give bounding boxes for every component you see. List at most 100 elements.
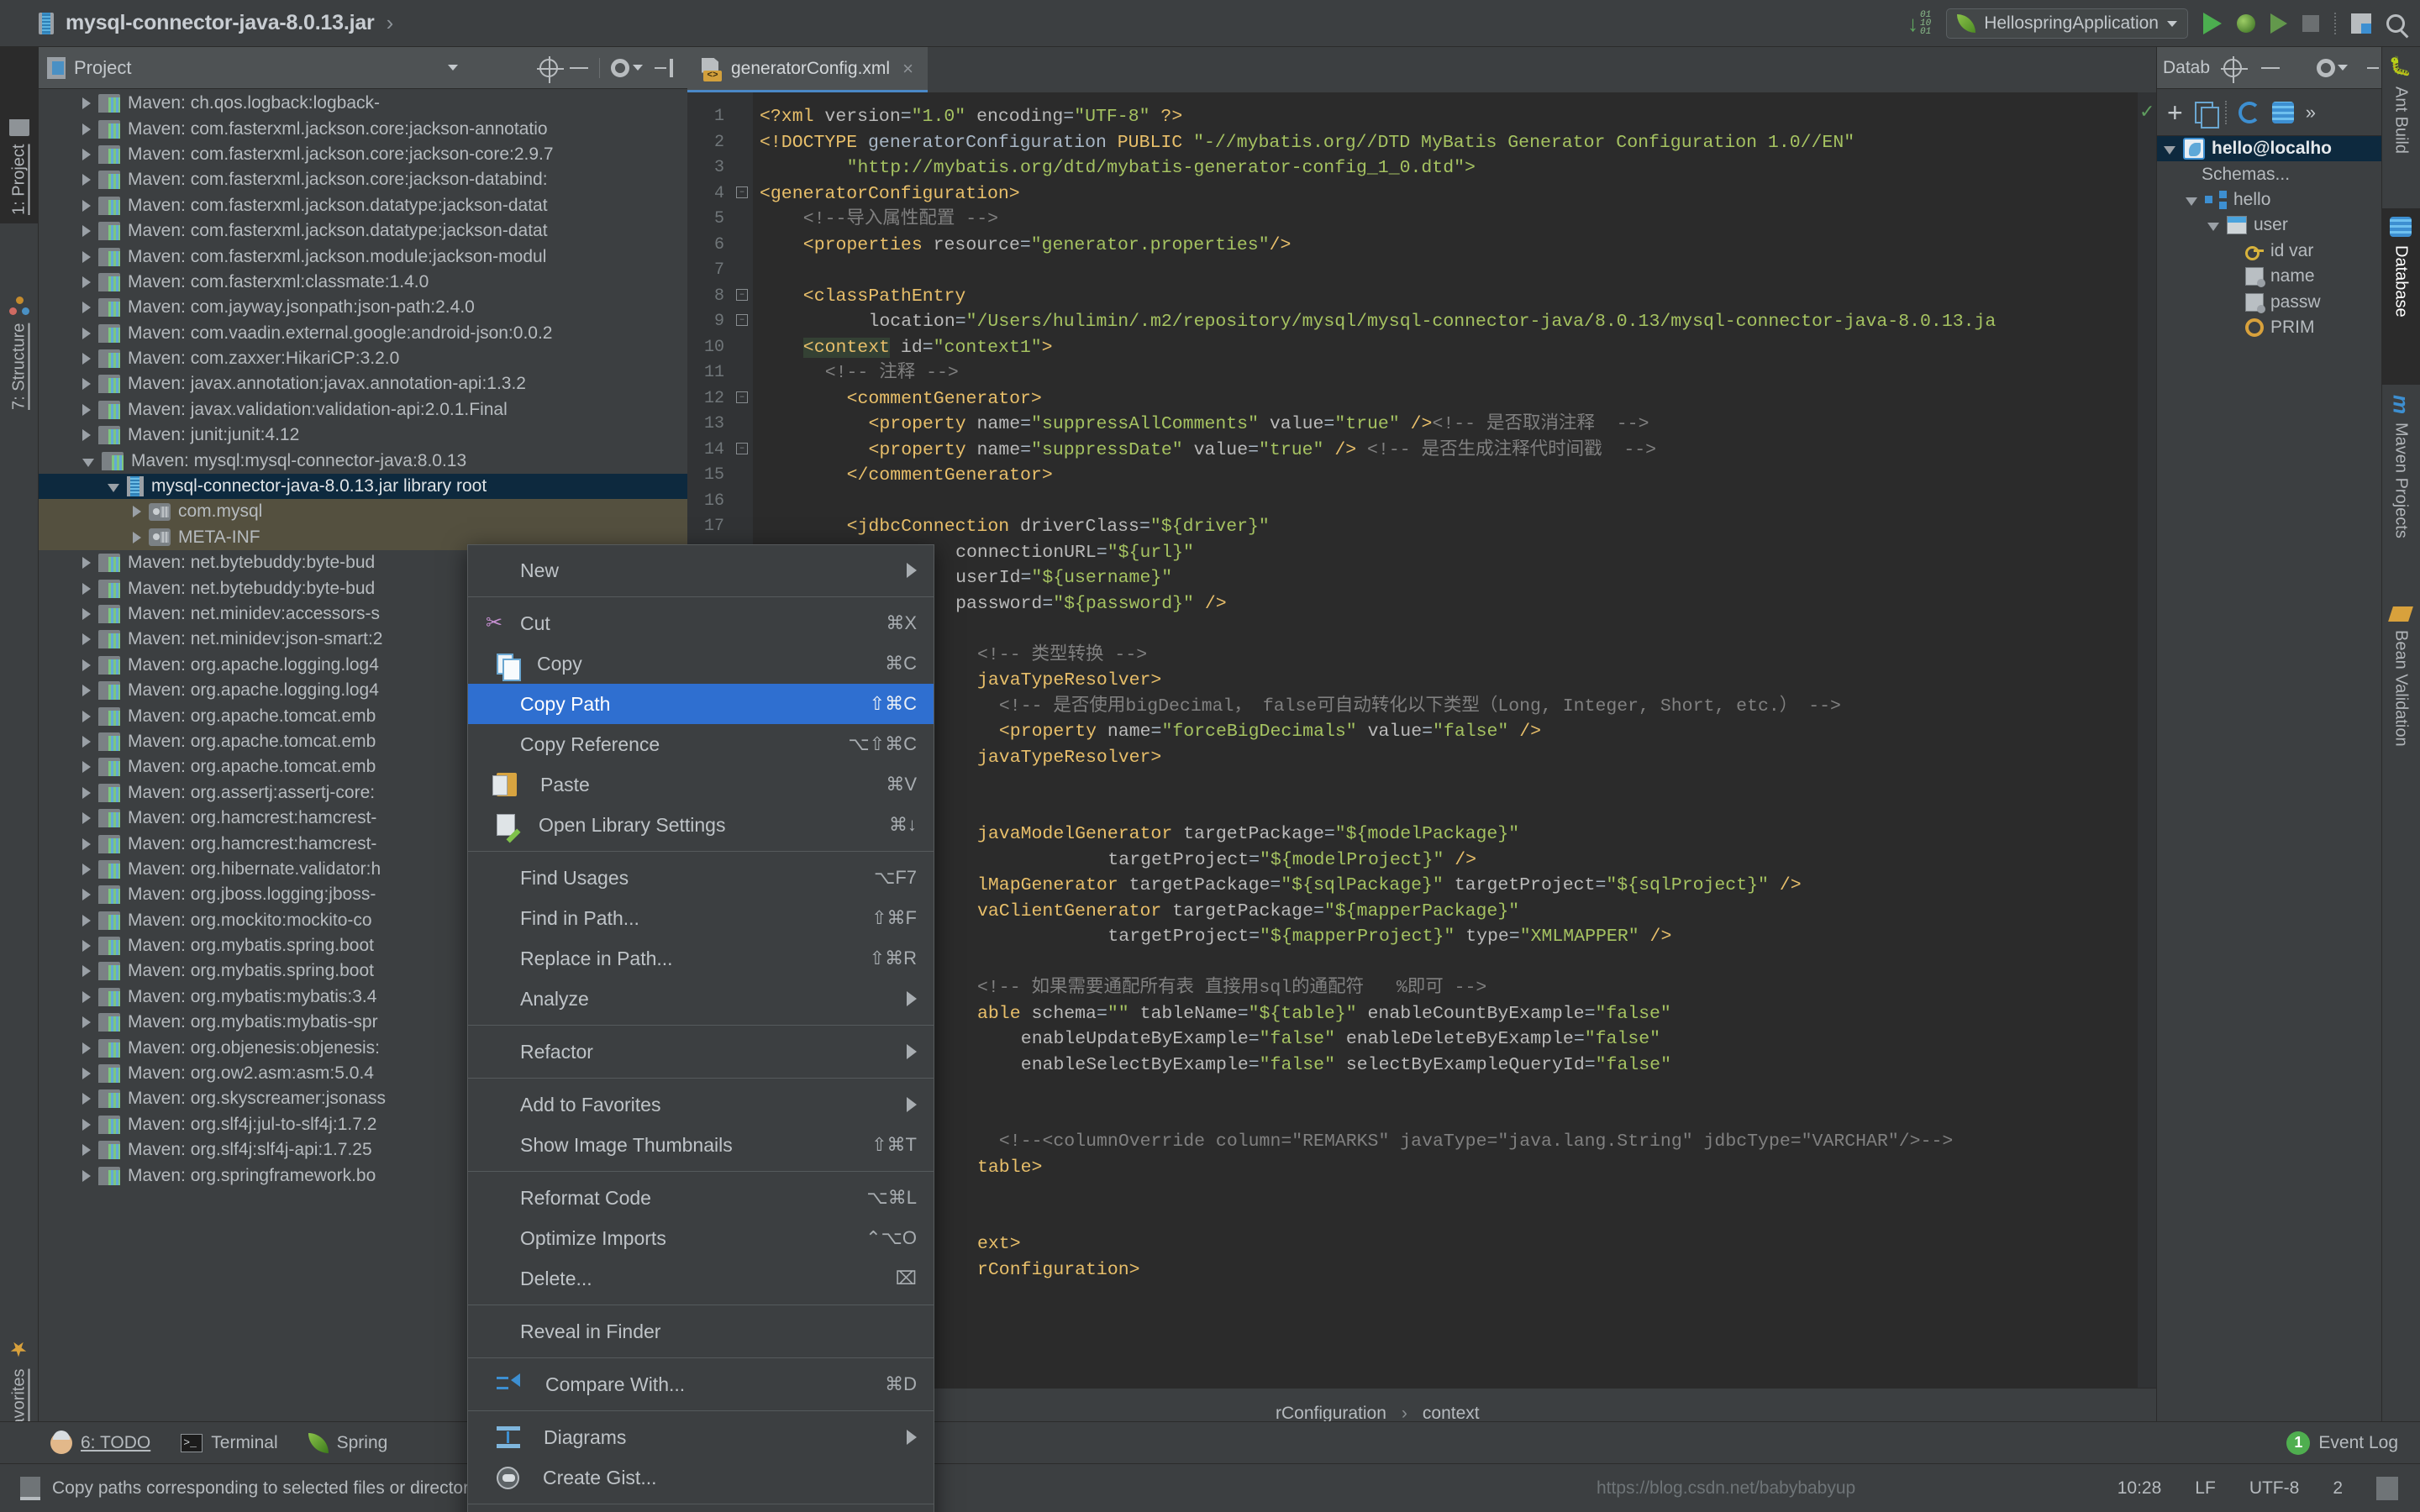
fold-marker[interactable]: – [736, 443, 748, 454]
menu-item-find-in-path[interactable]: Find in Path...⇧⌘F [468, 898, 934, 938]
lock-icon[interactable] [2376, 1477, 2398, 1500]
code-line[interactable]: javaModelGenerator targetPackage="${mode… [977, 822, 1519, 848]
chevron-right-icon[interactable] [82, 812, 91, 824]
chevron-right-icon[interactable] [82, 685, 91, 696]
code-line[interactable]: <?xml version="1.0" encoding="UTF-8" ?> [760, 104, 1182, 130]
chevron-right-icon[interactable] [82, 123, 91, 135]
tree-item[interactable]: Maven: com.fasterxml:classmate:1.4.0 [39, 270, 687, 295]
chevron-right-icon[interactable] [82, 1042, 91, 1054]
fold-marker[interactable]: – [736, 289, 748, 301]
menu-item-refactor[interactable]: Refactor [468, 1032, 934, 1072]
status-indent[interactable]: 2 [2333, 1478, 2343, 1499]
database-tree[interactable]: hello@localhoSchemas...hellouserid varna… [2157, 136, 2381, 340]
chevron-right-icon[interactable] [82, 787, 91, 799]
menu-item-replace-in-path[interactable]: Replace in Path...⇧⌘R [468, 938, 934, 979]
tree-item[interactable]: Maven: com.zaxxer:HikariCP:3.2.0 [39, 346, 687, 371]
analysis-marker-bar[interactable]: ✓ [2138, 92, 2156, 1388]
run-configuration-selector[interactable]: HellospringApplication [1946, 8, 2188, 39]
status-line-separator[interactable]: LF [2195, 1478, 2216, 1499]
chevron-right-icon[interactable] [82, 1144, 91, 1156]
chevron-right-icon[interactable] [82, 404, 91, 416]
menu-item-copy-path[interactable]: Copy Path⇧⌘C [468, 684, 934, 724]
db-tree-item[interactable]: name [2157, 264, 2381, 289]
code-line[interactable]: </commentGenerator> [847, 463, 1053, 489]
code-line[interactable]: "http://mybatis.org/dtd/mybatis-generato… [847, 155, 1476, 181]
tree-item[interactable]: Maven: com.fasterxml.jackson.core:jackso… [39, 167, 687, 192]
db-tree-item[interactable]: id var [2157, 239, 2381, 264]
chevron-right-icon[interactable] [82, 1068, 91, 1079]
duplicate-icon[interactable] [2195, 102, 2213, 123]
fold-marker[interactable]: – [736, 314, 748, 326]
chevron-right-icon[interactable] [82, 353, 91, 365]
sidebar-item-structure[interactable]: 7: Structure [0, 225, 39, 418]
tree-item[interactable]: com.mysql [39, 499, 687, 524]
code-line[interactable]: enableUpdateByExample="false" enableDele… [1021, 1026, 1660, 1053]
chevron-right-icon[interactable] [82, 1119, 91, 1131]
chevron-right-icon[interactable] [82, 1016, 91, 1028]
chevron-right-icon[interactable] [82, 378, 91, 390]
db-tree-item[interactable]: passw [2157, 289, 2381, 314]
tree-item[interactable]: Maven: junit:junit:4.12 [39, 423, 687, 448]
chevron-right-icon[interactable] [82, 200, 91, 212]
code-line[interactable]: <property name="forceBigDecimals" value=… [999, 719, 1541, 745]
chevron-right-icon[interactable] [82, 659, 91, 671]
menu-item-diagrams[interactable]: Diagrams [468, 1417, 934, 1457]
menu-item-reformat-code[interactable]: Reformat Code⌥⌘L [468, 1178, 934, 1218]
sidebar-item-maven-projects[interactable]: m Maven Projects [2381, 386, 2420, 596]
locate-icon[interactable] [2223, 59, 2242, 77]
code-line[interactable]: targetProject="${modelProject}" /> [1107, 848, 1476, 874]
chevron-right-icon[interactable] [82, 302, 91, 313]
collapse-all-icon[interactable] [570, 58, 588, 78]
chevron-right-icon[interactable] [82, 557, 91, 569]
hide-icon[interactable] [655, 59, 673, 77]
db-tree-item[interactable]: hello@localho [2157, 136, 2381, 161]
chevron-right-icon[interactable] [82, 174, 91, 186]
chevron-down-icon[interactable] [108, 484, 119, 492]
chevron-right-icon[interactable] [82, 940, 91, 952]
tree-item[interactable]: Maven: javax.annotation:javax.annotation… [39, 371, 687, 396]
chevron-right-icon[interactable] [82, 864, 91, 875]
code-line[interactable]: <generatorConfiguration> [760, 181, 1020, 207]
code-line[interactable]: <commentGenerator> [847, 386, 1042, 412]
code-line[interactable]: <classPathEntry [803, 284, 966, 310]
bottom-item-terminal[interactable]: >_ Terminal [166, 1433, 292, 1453]
tree-item[interactable]: Maven: com.fasterxml.jackson.datatype:ja… [39, 218, 687, 244]
menu-item-copy-reference[interactable]: Copy Reference⌥⇧⌘C [468, 724, 934, 764]
sidebar-item-project[interactable]: 1: Project [0, 47, 39, 223]
chevron-right-icon[interactable] [133, 506, 141, 517]
db-tree-item[interactable]: PRIM [2157, 315, 2381, 340]
chevron-down-icon[interactable] [448, 65, 458, 71]
binary-download-icon[interactable]: ↓ 011001 [1907, 11, 1931, 36]
code-line[interactable]: rConfiguration> [977, 1257, 1140, 1284]
status-encoding[interactable]: UTF-8 [2249, 1478, 2300, 1499]
sidebar-item-ant-build[interactable]: 🐛 Ant Build [2381, 47, 2420, 207]
chevron-down-icon[interactable] [2207, 223, 2219, 231]
gear-icon[interactable] [611, 59, 643, 77]
db-tree-item[interactable]: hello [2157, 187, 2381, 213]
chevron-right-icon[interactable] [82, 583, 91, 595]
tree-item[interactable]: Maven: com.fasterxml.jackson.core:jackso… [39, 116, 687, 141]
chevron-right-icon[interactable] [82, 1093, 91, 1105]
code-line[interactable]: able schema="" tableName="${table}" enab… [977, 1001, 1671, 1027]
chevron-right-icon[interactable] [82, 97, 91, 109]
menu-item-add-to-favorites[interactable]: Add to Favorites [468, 1084, 934, 1125]
db-tools-icon[interactable] [2272, 102, 2294, 123]
sidebar-item-bean-validation[interactable]: Bean Validation [2381, 598, 2420, 808]
code-line[interactable]: <!--<columnOverride column="REMARKS" jav… [999, 1129, 1953, 1155]
tree-item[interactable]: Maven: com.fasterxml.jackson.core:jackso… [39, 142, 687, 167]
chevron-right-icon[interactable] [82, 711, 91, 722]
debug-icon[interactable] [2237, 14, 2255, 33]
chevron-right-icon[interactable] [82, 251, 91, 263]
chevron-right-icon[interactable] [82, 761, 91, 773]
menu-item-compare-with[interactable]: Compare With...⌘D [468, 1364, 934, 1404]
menu-item-create-gist[interactable]: Create Gist... [468, 1457, 934, 1498]
collapse-all-icon[interactable] [2261, 58, 2280, 78]
menu-item-open-library-settings[interactable]: Open Library Settings⌘↓ [468, 805, 934, 845]
close-icon[interactable]: × [902, 58, 913, 80]
code-line[interactable]: <!DOCTYPE generatorConfiguration PUBLIC … [760, 130, 1854, 156]
run-icon[interactable] [2203, 13, 2222, 34]
chevron-right-icon[interactable] [82, 838, 91, 850]
code-line[interactable]: enableSelectByExample="false" selectByEx… [1021, 1053, 1671, 1079]
breadcrumb[interactable]: mysql-connector-java-8.0.13.jar › [0, 10, 393, 36]
code-line[interactable]: <property name="suppressAllComments" val… [869, 412, 1649, 438]
